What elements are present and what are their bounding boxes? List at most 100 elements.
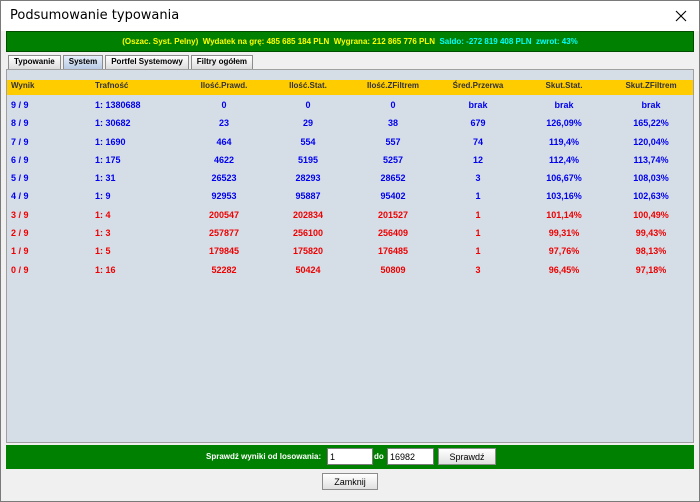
table-row: 6 / 9 1: 175 4622 5195 5257 12 112,4% 11… — [7, 152, 693, 168]
cell-ilosc-prawd: 92953 — [211, 191, 237, 201]
tab-portfel-systemowy[interactable]: Portfel Systemowy — [105, 55, 189, 69]
tab-filtry-ogolem[interactable]: Filtry ogółem — [190, 55, 254, 69]
cell-skut-zfiltrem: 97,18% — [635, 265, 667, 275]
cell-trafnosc: 1: 1380688 — [95, 100, 141, 110]
cell-ilosc-prawd: 464 — [216, 137, 232, 147]
summary-mode: (Oszac. Syst. Pelny) — [122, 37, 199, 46]
column-header-trafnosc: Trafność — [95, 81, 129, 90]
summary-balance-value: -272 819 408 PLN — [466, 37, 532, 46]
cell-skut-stat: 119,4% — [548, 137, 580, 147]
cell-ilosc-stat: 29 — [302, 118, 314, 128]
cell-ilosc-prawd: 4622 — [213, 155, 235, 165]
cell-ilosc-stat: 202834 — [292, 210, 324, 220]
draw-from-input[interactable] — [327, 448, 373, 465]
cell-skut-zfiltrem: 100,49% — [633, 210, 669, 220]
cell-wynik: 7 / 9 — [11, 137, 29, 147]
cell-ilosc-zfiltrem: 50809 — [380, 265, 406, 275]
tab-bar: Typowanie System Portfel Systemowy Filtr… — [8, 55, 255, 69]
table-row: 8 / 9 1: 30682 23 29 38 679 126,09% 165,… — [7, 115, 693, 131]
cell-skut-stat: 126,09% — [546, 118, 582, 128]
cell-skut-zfiltrem: 120,04% — [633, 137, 669, 147]
summary-win-value: 212 865 776 PLN — [372, 37, 436, 46]
cell-trafnosc: 1: 175 — [95, 155, 121, 165]
summary-win-label: Wygrana: — [333, 37, 371, 46]
cell-ilosc-stat: 554 — [300, 137, 316, 147]
tab-typowanie[interactable]: Typowanie — [8, 55, 61, 69]
cell-ilosc-prawd: 0 — [221, 100, 227, 110]
summary-return-label: zwrot: — [535, 37, 560, 46]
cell-sred-przerwa: 74 — [472, 137, 484, 147]
cell-ilosc-stat: 256100 — [292, 228, 324, 238]
cell-ilosc-zfiltrem: 256409 — [377, 228, 409, 238]
window-title: Podsumowanie typowania — [10, 8, 180, 23]
cell-sred-przerwa: 1 — [475, 191, 481, 201]
cell-ilosc-stat: 0 — [305, 100, 311, 110]
cell-skut-stat: 112,4% — [548, 155, 580, 165]
summary-window: Podsumowanie typowania (Oszac. Syst. Pel… — [0, 0, 700, 502]
cell-sred-przerwa: 1 — [475, 210, 481, 220]
cell-trafnosc: 1: 30682 — [95, 118, 131, 128]
cell-trafnosc: 1: 3 — [95, 228, 111, 238]
cell-skut-zfiltrem: 113,74% — [633, 155, 669, 165]
cell-ilosc-zfiltrem: 38 — [387, 118, 399, 128]
cell-ilosc-stat: 28293 — [295, 173, 321, 183]
cell-skut-zfiltrem: 102,63% — [633, 191, 669, 201]
column-header-skut-stat: Skut.Stat. — [545, 81, 583, 90]
cell-ilosc-prawd: 179845 — [208, 246, 240, 256]
summary-expense-value: 485 685 184 PLN — [266, 37, 330, 46]
cell-skut-stat: 97,76% — [548, 246, 580, 256]
title-bar: Podsumowanie typowania — [1, 1, 699, 31]
table-row: 5 / 9 1: 31 26523 28293 28652 3 106,67% … — [7, 170, 693, 186]
cell-wynik: 8 / 9 — [11, 118, 29, 128]
cell-ilosc-zfiltrem: 95402 — [380, 191, 406, 201]
cell-skut-zfiltrem: 98,13% — [635, 246, 667, 256]
cell-sred-przerwa: brak — [468, 100, 488, 110]
cell-skut-stat: 99,31% — [548, 228, 580, 238]
cell-trafnosc: 1: 9 — [95, 191, 111, 201]
cell-skut-stat: 103,16% — [546, 191, 582, 201]
table-row: 1 / 9 1: 5 179845 175820 176485 1 97,76%… — [7, 243, 693, 259]
cell-ilosc-zfiltrem: 201527 — [377, 210, 409, 220]
cell-sred-przerwa: 12 — [472, 155, 484, 165]
tab-system[interactable]: System — [62, 55, 104, 69]
cell-ilosc-zfiltrem: 557 — [385, 137, 401, 147]
table-row: 0 / 9 1: 16 52282 50424 50809 3 96,45% 9… — [7, 262, 693, 278]
check-button[interactable]: Sprawdź — [438, 448, 496, 465]
cell-ilosc-stat: 95887 — [295, 191, 321, 201]
cell-ilosc-prawd: 200547 — [208, 210, 240, 220]
cell-wynik: 2 / 9 — [11, 228, 29, 238]
cell-ilosc-zfiltrem: 0 — [390, 100, 396, 110]
table-row: 7 / 9 1: 1690 464 554 557 74 119,4% 120,… — [7, 134, 693, 150]
cell-sred-przerwa: 3 — [475, 173, 481, 183]
cell-skut-zfiltrem: brak — [641, 100, 661, 110]
cell-ilosc-prawd: 26523 — [211, 173, 237, 183]
column-header-ilosc-stat: Ilość.Stat. — [289, 81, 327, 90]
cell-wynik: 6 / 9 — [11, 155, 29, 165]
cell-trafnosc: 1: 4 — [95, 210, 111, 220]
summary-bar: (Oszac. Syst. Pelny) Wydatek na grę: 485… — [6, 31, 694, 52]
column-header-skut-zfiltrem: Skut.ZFiltrem — [625, 81, 677, 90]
window-close-button[interactable] — [663, 1, 699, 31]
table-header: Wynik Trafność Ilość.Prawd. Ilość.Stat. … — [7, 80, 693, 95]
table-row: 3 / 9 1: 4 200547 202834 201527 1 101,14… — [7, 207, 693, 223]
cell-sred-przerwa: 679 — [470, 118, 486, 128]
cell-wynik: 9 / 9 — [11, 100, 29, 110]
summary-return-value: 43% — [561, 37, 578, 46]
close-button[interactable]: Zamknij — [322, 473, 378, 490]
table-row: 9 / 9 1: 1380688 0 0 0 brak brak brak — [7, 97, 693, 113]
cell-trafnosc: 1: 16 — [95, 265, 116, 275]
draw-to-input[interactable] — [387, 448, 434, 465]
summary-expense-label: Wydatek na grę: — [202, 37, 265, 46]
summary-balance-label: Saldo: — [439, 37, 464, 46]
cell-wynik: 0 / 9 — [11, 265, 29, 275]
cell-ilosc-prawd: 257877 — [208, 228, 240, 238]
cell-skut-stat: 106,67% — [546, 173, 582, 183]
table-row: 4 / 9 1: 9 92953 95887 95402 1 103,16% 1… — [7, 188, 693, 204]
cell-skut-zfiltrem: 108,03% — [633, 173, 669, 183]
cell-ilosc-stat: 5195 — [297, 155, 319, 165]
cell-trafnosc: 1: 5 — [95, 246, 111, 256]
column-header-sred-przerwa: Śred.Przerwa — [452, 81, 504, 90]
close-icon — [675, 10, 687, 22]
cell-ilosc-stat: 175820 — [292, 246, 324, 256]
cell-sred-przerwa: 3 — [475, 265, 481, 275]
